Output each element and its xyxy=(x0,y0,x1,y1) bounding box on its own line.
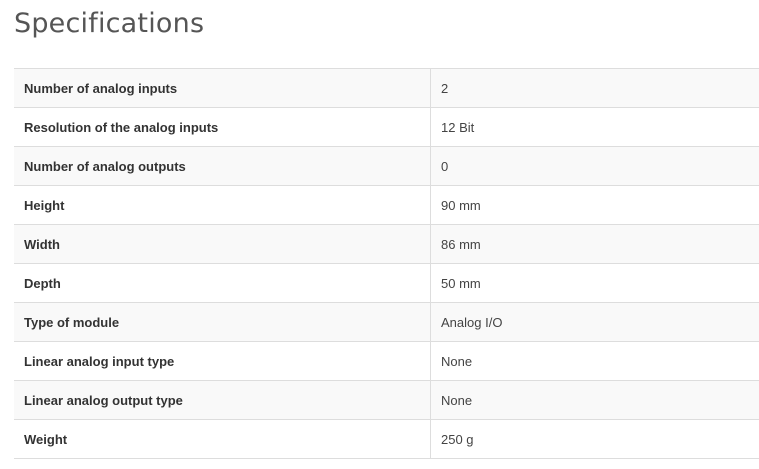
spec-value: Analog I/O xyxy=(430,302,759,342)
spec-value: 90 mm xyxy=(430,185,759,225)
table-row: Resolution of the analog inputs 12 Bit xyxy=(14,107,759,147)
spec-value: 86 mm xyxy=(430,224,759,264)
spec-label: Width xyxy=(14,224,431,264)
table-row: Depth 50 mm xyxy=(14,263,759,303)
table-row: Number of analog outputs 0 xyxy=(14,146,759,186)
spec-label: Weight xyxy=(14,419,431,459)
table-row: Weight 250 g xyxy=(14,419,759,459)
table-row: Width 86 mm xyxy=(14,224,759,264)
spec-value: None xyxy=(430,380,759,420)
table-row: Type of module Analog I/O xyxy=(14,302,759,342)
spec-label: Resolution of the analog inputs xyxy=(14,107,431,147)
spec-label: Linear analog input type xyxy=(14,341,431,381)
spec-label: Type of module xyxy=(14,302,431,342)
spec-value: 2 xyxy=(430,68,759,108)
spec-label: Depth xyxy=(14,263,431,303)
table-row: Linear analog input type None xyxy=(14,341,759,381)
table-row: Linear analog output type None xyxy=(14,380,759,420)
spec-value: None xyxy=(430,341,759,381)
table-row: Height 90 mm xyxy=(14,185,759,225)
spec-value: 0 xyxy=(430,146,759,186)
table-row: Number of analog inputs 2 xyxy=(14,68,759,108)
spec-label: Height xyxy=(14,185,431,225)
spec-label: Number of analog outputs xyxy=(14,146,431,186)
spec-value: 50 mm xyxy=(430,263,759,303)
spec-label: Linear analog output type xyxy=(14,380,431,420)
spec-value: 250 g xyxy=(430,419,759,459)
specifications-table: Number of analog inputs 2 Resolution of … xyxy=(14,68,759,459)
page-title: Specifications xyxy=(14,8,205,39)
spec-value: 12 Bit xyxy=(430,107,759,147)
spec-label: Number of analog inputs xyxy=(14,68,431,108)
